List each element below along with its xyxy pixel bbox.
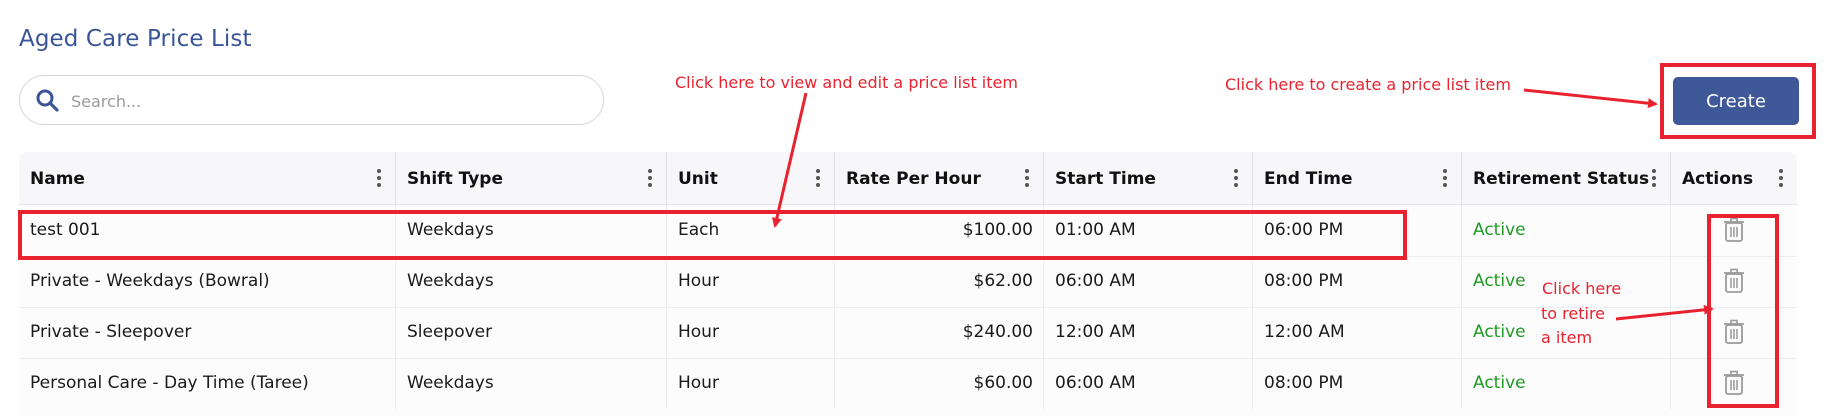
cell-shift-type[interactable]: Weekdays (396, 358, 667, 409)
table-row[interactable]: Personal Care - Day Time (Taree) Weekday… (19, 358, 1797, 409)
column-header-shift-type[interactable]: Shift Type (396, 152, 667, 204)
annotation-retire-line2: to retire (1541, 304, 1606, 323)
cell-status: Active (1462, 205, 1671, 256)
annotation-view-edit: Click here to view and edit a price list… (675, 73, 1018, 92)
annotation-retire-line1: Click here (1542, 279, 1622, 298)
cell-rate[interactable]: $100.00 (835, 205, 1044, 256)
cell-actions (1671, 205, 1797, 256)
column-header-end-time[interactable]: End Time (1253, 152, 1462, 204)
cell-shift-type[interactable]: Sleepover (396, 307, 667, 358)
annotation-create: Click here to create a price list item (1225, 75, 1511, 94)
table-row[interactable]: Private - Sleepover Sleepover Hour $240.… (19, 307, 1797, 359)
column-header-name[interactable]: Name (19, 152, 396, 204)
cell-unit[interactable]: Hour (667, 358, 835, 409)
page-title: Aged Care Price List (19, 26, 252, 52)
price-list-table: Name Shift Type Unit Rate Per Hour Start… (19, 152, 1797, 416)
cell-start-time[interactable]: 06:00 AM (1044, 256, 1253, 307)
cell-name[interactable]: test 001 (19, 205, 396, 256)
cell-unit[interactable]: Hour (667, 307, 835, 358)
cell-shift-type[interactable]: Weekdays (396, 205, 667, 256)
column-label: Rate Per Hour (846, 169, 981, 189)
cell-unit[interactable]: Hour (667, 256, 835, 307)
trash-icon[interactable] (1723, 268, 1745, 294)
column-header-unit[interactable]: Unit (667, 152, 835, 204)
cell-end-time[interactable]: 06:00 PM (1253, 205, 1462, 256)
search-box[interactable] (19, 75, 604, 125)
column-menu-icon[interactable] (1437, 169, 1453, 189)
column-header-rate-per-hour[interactable]: Rate Per Hour (835, 152, 1044, 204)
cell-start-time[interactable]: 01:00 AM (1044, 205, 1253, 256)
trash-icon[interactable] (1723, 217, 1745, 243)
table-row[interactable]: test 001 Weekdays Each $100.00 01:00 AM … (19, 205, 1797, 257)
column-label: Unit (678, 169, 718, 189)
table-row[interactable]: Private - Weekdays (Bowral) Weekdays Hou… (19, 256, 1797, 308)
cell-name[interactable]: Personal Care - Day Time (Taree) (19, 358, 396, 409)
column-header-actions[interactable]: Actions (1671, 152, 1797, 204)
cell-start-time[interactable]: 12:00 AM (1044, 307, 1253, 358)
column-menu-icon[interactable] (371, 169, 387, 189)
column-menu-icon[interactable] (810, 169, 826, 189)
cell-name[interactable]: Private - Weekdays (Bowral) (19, 256, 396, 307)
column-label: Retirement Status (1473, 169, 1650, 189)
column-label: End Time (1264, 169, 1353, 189)
cell-actions (1671, 307, 1797, 358)
cell-unit[interactable]: Each (667, 205, 835, 256)
create-arrow (1523, 88, 1658, 109)
search-input[interactable] (69, 84, 583, 118)
cell-actions (1671, 358, 1797, 409)
column-label: Actions (1682, 169, 1754, 189)
cell-status: Active (1462, 358, 1671, 409)
cell-rate[interactable]: $60.00 (835, 358, 1044, 409)
trash-icon[interactable] (1723, 319, 1745, 345)
create-button[interactable]: Create (1673, 77, 1799, 125)
column-menu-icon[interactable] (1228, 169, 1244, 189)
table-header: Name Shift Type Unit Rate Per Hour Start… (19, 152, 1797, 205)
column-menu-icon[interactable] (1646, 169, 1662, 189)
column-menu-icon[interactable] (1019, 169, 1035, 189)
cell-actions (1671, 256, 1797, 307)
cell-end-time[interactable]: 08:00 PM (1253, 358, 1462, 409)
annotation-retire-line3: a item (1541, 328, 1593, 347)
cell-end-time[interactable]: 12:00 AM (1253, 307, 1462, 358)
column-label: Shift Type (407, 169, 503, 189)
column-header-retirement-status[interactable]: Retirement Status (1462, 152, 1671, 204)
cell-rate[interactable]: $240.00 (835, 307, 1044, 358)
cell-rate[interactable]: $62.00 (835, 256, 1044, 307)
column-label: Name (30, 169, 85, 189)
cell-name[interactable]: Private - Sleepover (19, 307, 396, 358)
column-header-start-time[interactable]: Start Time (1044, 152, 1253, 204)
search-icon (36, 89, 59, 112)
column-label: Start Time (1055, 169, 1156, 189)
cell-end-time[interactable]: 08:00 PM (1253, 256, 1462, 307)
cell-shift-type[interactable]: Weekdays (396, 256, 667, 307)
trash-icon[interactable] (1723, 370, 1745, 396)
column-menu-icon[interactable] (642, 169, 658, 189)
column-menu-icon[interactable] (1773, 169, 1789, 189)
cell-start-time[interactable]: 06:00 AM (1044, 358, 1253, 409)
